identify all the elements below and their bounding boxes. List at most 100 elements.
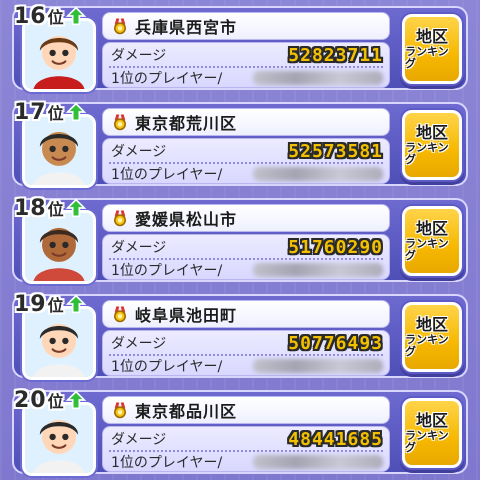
player-avatar <box>22 210 96 284</box>
damage-label: ダメージ <box>111 240 167 256</box>
rank-number: 19 <box>14 292 47 317</box>
up-arrow-icon <box>65 102 86 122</box>
rank-badge: 17 位 <box>14 96 86 124</box>
rank-suffix: 位 <box>47 8 64 27</box>
top-player-label: 1位のプレイヤー/ <box>111 359 223 375</box>
region-name-bar: 愛媛県松山市 <box>102 204 390 232</box>
region-ranking-button-line1: 地区 <box>415 123 448 143</box>
ranking-row: 19 位 岐阜県池田町 ダメージ 50776493 1位のプレイヤー/ 地区 ラ… <box>12 294 468 380</box>
up-arrow-icon <box>65 198 86 218</box>
region-ranking-button-line1: 地区 <box>415 411 448 431</box>
damage-label: ダメージ <box>111 144 167 160</box>
ranking-row: 16 位 兵庫県西宮市 ダメージ 52823711 1位のプレイヤー/ 地区 ラ… <box>12 6 468 92</box>
stats-panel: ダメージ 48441685 1位のプレイヤー/ <box>102 426 390 472</box>
top-player-line: 1位のプレイヤー/ <box>111 163 383 185</box>
ranking-list: 16 位 兵庫県西宮市 ダメージ 52823711 1位のプレイヤー/ 地区 ラ… <box>0 0 480 480</box>
player-avatar <box>22 114 96 188</box>
rank-suffix: 位 <box>47 392 64 411</box>
stats-panel: ダメージ 52573581 1位のプレイヤー/ <box>102 138 390 184</box>
region-ranking-button-line1: 地区 <box>415 315 448 335</box>
region-card: 兵庫県西宮市 ダメージ 52823711 1位のプレイヤー/ <box>102 12 390 88</box>
region-ranking-button[interactable]: 地区 ランキング <box>402 398 462 468</box>
region-card: 愛媛県松山市 ダメージ 51760290 1位のプレイヤー/ <box>102 204 390 280</box>
region-ranking-button-line2: ランキング <box>405 140 449 166</box>
region-name-bar: 兵庫県西宮市 <box>102 12 390 40</box>
damage-line: ダメージ 50776493 <box>111 332 383 354</box>
region-ranking-button-line2: ランキング <box>405 332 449 358</box>
damage-value: 52573581 <box>288 140 383 162</box>
rank-badge: 18 位 <box>14 192 86 220</box>
up-arrow-icon <box>65 6 86 26</box>
region-ranking-button[interactable]: 地区 ランキング <box>402 302 462 372</box>
region-ranking-button[interactable]: 地区 ランキング <box>402 206 462 276</box>
medal-icon <box>111 113 129 131</box>
medal-icon <box>111 305 129 323</box>
damage-label: ダメージ <box>111 336 167 352</box>
stats-panel: ダメージ 51760290 1位のプレイヤー/ <box>102 234 390 280</box>
damage-line: ダメージ 52573581 <box>111 140 383 162</box>
region-ranking-button-line1: 地区 <box>415 219 448 239</box>
blurred-player-name <box>253 71 383 85</box>
rank-badge: 20 位 <box>14 384 86 412</box>
rank-suffix: 位 <box>47 296 64 315</box>
top-player-label: 1位のプレイヤー/ <box>111 167 223 183</box>
region-ranking-button-line2: ランキング <box>405 44 449 70</box>
region-name: 岐阜県池田町 <box>135 306 238 325</box>
region-name: 東京都品川区 <box>135 402 238 421</box>
player-avatar <box>22 18 96 92</box>
region-name: 愛媛県松山市 <box>135 210 238 229</box>
stats-panel: ダメージ 52823711 1位のプレイヤー/ <box>102 42 390 88</box>
damage-label: ダメージ <box>111 48 167 64</box>
ranking-row: 18 位 愛媛県松山市 ダメージ 51760290 1位のプレイヤー/ 地区 ラ… <box>12 198 468 284</box>
player-avatar <box>22 402 96 476</box>
region-name-bar: 岐阜県池田町 <box>102 300 390 328</box>
damage-value: 51760290 <box>288 236 383 258</box>
up-arrow-icon <box>65 294 86 314</box>
medal-icon <box>111 17 129 35</box>
damage-value: 50776493 <box>288 332 383 354</box>
blurred-player-name <box>253 263 383 277</box>
region-ranking-button-line1: 地区 <box>415 27 448 47</box>
stats-panel: ダメージ 50776493 1位のプレイヤー/ <box>102 330 390 376</box>
top-player-label: 1位のプレイヤー/ <box>111 263 223 279</box>
rank-suffix: 位 <box>47 200 64 219</box>
rank-badge: 19 位 <box>14 288 86 316</box>
ranking-row: 17 位 東京都荒川区 ダメージ 52573581 1位のプレイヤー/ 地区 ラ… <box>12 102 468 188</box>
rank-number: 20 <box>14 388 47 413</box>
region-card: 岐阜県池田町 ダメージ 50776493 1位のプレイヤー/ <box>102 300 390 376</box>
region-ranking-button-line2: ランキング <box>405 428 449 454</box>
rank-number: 17 <box>14 100 47 125</box>
damage-label: ダメージ <box>111 432 167 448</box>
medal-icon <box>111 401 129 419</box>
region-name-bar: 東京都品川区 <box>102 396 390 424</box>
top-player-label: 1位のプレイヤー/ <box>111 71 223 87</box>
region-ranking-button-line2: ランキング <box>405 236 449 262</box>
top-player-label: 1位のプレイヤー/ <box>111 455 223 471</box>
ranking-row: 20 位 東京都品川区 ダメージ 48441685 1位のプレイヤー/ 地区 ラ… <box>12 390 468 476</box>
blurred-player-name <box>253 359 383 373</box>
region-card: 東京都品川区 ダメージ 48441685 1位のプレイヤー/ <box>102 396 390 472</box>
damage-line: ダメージ 52823711 <box>111 44 383 66</box>
damage-value: 52823711 <box>288 44 383 66</box>
rank-badge: 16 位 <box>14 0 86 28</box>
rank-suffix: 位 <box>47 104 64 123</box>
player-avatar <box>22 306 96 380</box>
medal-icon <box>111 209 129 227</box>
top-player-line: 1位のプレイヤー/ <box>111 355 383 377</box>
top-player-line: 1位のプレイヤー/ <box>111 451 383 473</box>
blurred-player-name <box>253 167 383 181</box>
region-ranking-button[interactable]: 地区 ランキング <box>402 110 462 180</box>
blurred-player-name <box>253 455 383 469</box>
rank-number: 16 <box>14 4 47 29</box>
top-player-line: 1位のプレイヤー/ <box>111 67 383 89</box>
damage-value: 48441685 <box>288 428 383 450</box>
region-ranking-button[interactable]: 地区 ランキング <box>402 14 462 84</box>
top-player-line: 1位のプレイヤー/ <box>111 259 383 281</box>
region-name: 兵庫県西宮市 <box>135 18 238 37</box>
up-arrow-icon <box>65 390 86 410</box>
damage-line: ダメージ 51760290 <box>111 236 383 258</box>
damage-line: ダメージ 48441685 <box>111 428 383 450</box>
region-name-bar: 東京都荒川区 <box>102 108 390 136</box>
region-name: 東京都荒川区 <box>135 114 238 133</box>
rank-number: 18 <box>14 196 47 221</box>
